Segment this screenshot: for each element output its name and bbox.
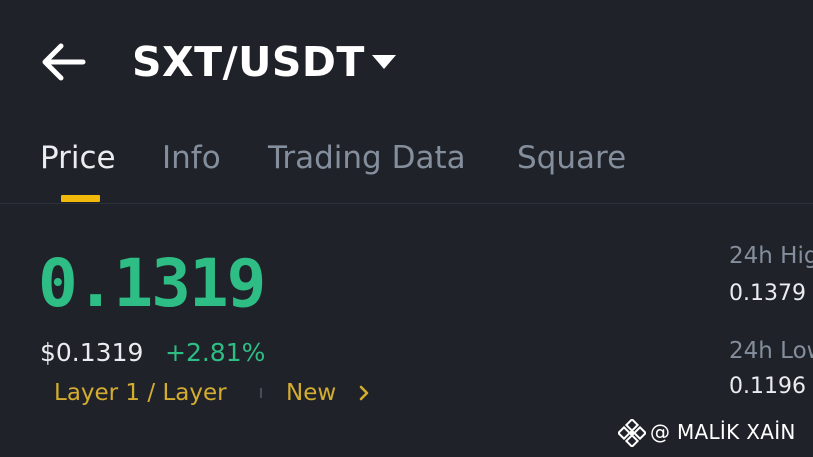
high-24h-value: 0.1379 bbox=[729, 281, 806, 306]
low-24h-label: 24h Low bbox=[729, 338, 813, 364]
tab-info[interactable]: Info bbox=[162, 138, 221, 178]
new-tag[interactable]: New bbox=[286, 376, 336, 410]
market-detail-screen: SXT/USDT Price Info Trading Data Square … bbox=[0, 0, 813, 457]
last-price: 0.1319 bbox=[38, 245, 266, 322]
watermark: @ MALİK XAİN bbox=[618, 416, 813, 448]
tab-square[interactable]: Square bbox=[517, 138, 626, 178]
tag-separator bbox=[260, 388, 262, 398]
tag-row: Layer 1 / Layer New bbox=[0, 376, 520, 410]
arrow-left-icon bbox=[42, 43, 86, 81]
caret-down-icon bbox=[372, 55, 396, 69]
divider bbox=[0, 203, 813, 204]
low-24h-value: 0.1196 bbox=[729, 374, 806, 399]
back-button[interactable] bbox=[40, 40, 88, 84]
pair-dropdown-button[interactable] bbox=[371, 52, 397, 72]
usd-price: $0.1319 bbox=[40, 338, 144, 367]
binance-logo-icon bbox=[618, 419, 646, 447]
header: SXT/USDT bbox=[0, 0, 813, 120]
pair-title[interactable]: SXT/USDT bbox=[132, 36, 365, 88]
active-tab-indicator bbox=[61, 195, 100, 202]
tags-more-button[interactable] bbox=[356, 384, 372, 402]
category-tag[interactable]: Layer 1 / Layer bbox=[54, 376, 227, 410]
tab-price[interactable]: Price bbox=[40, 138, 116, 178]
tab-trading-data[interactable]: Trading Data bbox=[268, 138, 466, 178]
high-24h-label: 24h High bbox=[729, 243, 813, 269]
watermark-text: @ MALİK XAİN bbox=[650, 420, 796, 444]
tab-bar: Price Info Trading Data Square bbox=[0, 128, 813, 204]
price-change-percent: +2.81% bbox=[165, 338, 266, 367]
chevron-right-icon bbox=[359, 385, 369, 401]
